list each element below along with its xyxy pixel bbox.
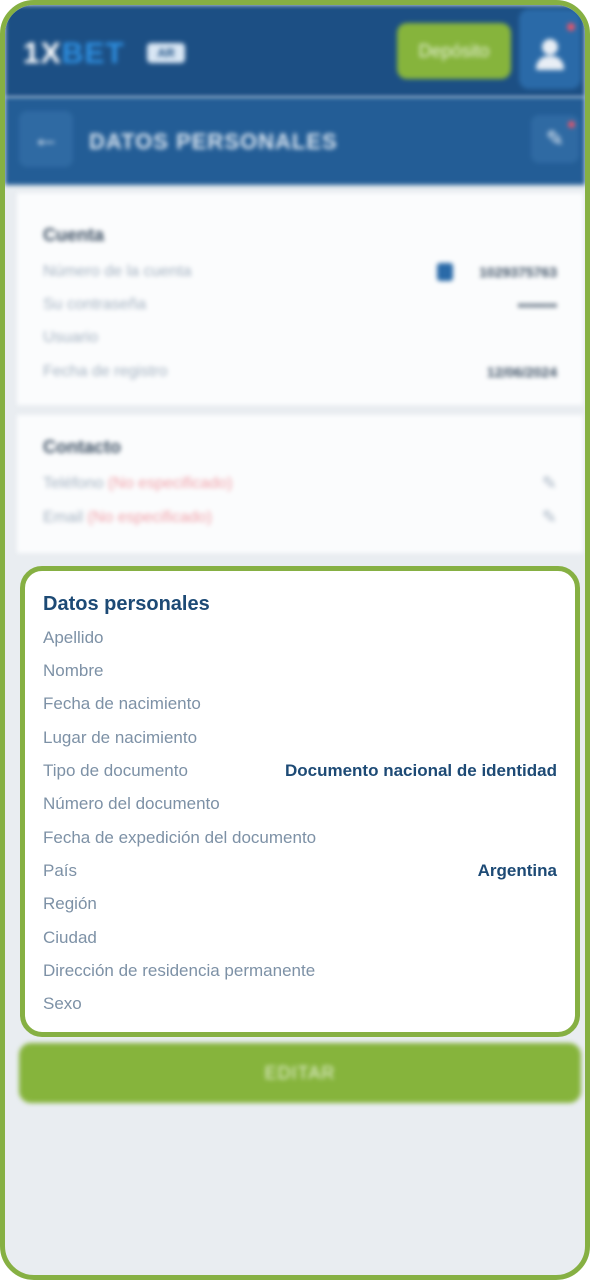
- arrow-left-icon: ←: [32, 122, 60, 153]
- edit-profile-button[interactable]: ✎: [531, 115, 579, 163]
- personal-data-title: Datos personales: [43, 593, 210, 615]
- personal-row[interactable]: País Argentina: [43, 861, 557, 885]
- copy-icon[interactable]: [437, 263, 453, 281]
- notification-dot: [568, 121, 575, 128]
- field-label: Número del documento: [43, 794, 220, 813]
- field-label: Sexo: [43, 994, 82, 1013]
- email-label: Email: [43, 509, 84, 526]
- region-badge: AR: [147, 43, 185, 63]
- brand-logo[interactable]: 1XBET: [23, 37, 125, 71]
- personal-row[interactable]: Fecha de expedición del documento: [43, 828, 557, 852]
- personal-data-card: Datos personales Apellido Nombre Fecha d…: [20, 566, 580, 1037]
- personal-row[interactable]: Nombre: [43, 661, 557, 685]
- phone-frame: 1XBET AR Depósito ← DATOS PERSONALES ✎ C…: [0, 0, 590, 1280]
- logo-text-2: BET: [61, 37, 125, 70]
- logo-text-1: 1X: [23, 37, 62, 70]
- user-icon-body: [536, 56, 564, 70]
- field-label: Fecha de expedición del documento: [43, 828, 317, 847]
- page-title: DATOS PERSONALES: [89, 129, 338, 154]
- field-label: Apellido: [43, 628, 104, 647]
- field-value: Argentina: [477, 861, 557, 880]
- contact-title: Contacto: [43, 437, 121, 457]
- personal-row[interactable]: Lugar de nacimiento: [43, 728, 557, 752]
- field-value: Documento nacional de identidad: [284, 761, 557, 780]
- email-row: Email (No especificado): [43, 509, 212, 527]
- personal-row[interactable]: Ciudad: [43, 928, 557, 952]
- personal-row[interactable]: Tipo de documento Documento nacional de …: [43, 761, 557, 785]
- phone-row: Teléfono (No especificado): [43, 475, 232, 493]
- field-label: Nombre: [43, 661, 104, 680]
- account-number-value: 1029375763: [479, 264, 557, 280]
- password-label: Su contraseña: [43, 296, 147, 313]
- personal-row[interactable]: Fecha de nacimiento: [43, 694, 557, 718]
- personal-row[interactable]: Apellido: [43, 628, 557, 652]
- password-value: ••••••••: [517, 297, 557, 313]
- pencil-icon[interactable]: ✎: [542, 473, 557, 494]
- registration-date-value: 12/06/2024: [486, 364, 557, 380]
- top-bar: 1XBET AR Depósito: [5, 5, 585, 97]
- page-header: ← DATOS PERSONALES ✎: [5, 97, 585, 185]
- field-label: Dirección de residencia permanente: [43, 961, 316, 980]
- account-title: Cuenta: [43, 225, 105, 245]
- field-label: Fecha de nacimiento: [43, 694, 201, 713]
- contact-card: Contacto Teléfono (No especificado) ✎ Em…: [17, 415, 583, 553]
- account-card: Cuenta Número de la cuenta 1029375763 Su…: [17, 193, 583, 405]
- registration-date-label: Fecha de registro: [43, 363, 168, 380]
- pencil-icon[interactable]: ✎: [542, 507, 557, 528]
- edit-button[interactable]: EDITAR: [19, 1043, 581, 1103]
- deposit-button[interactable]: Depósito: [397, 23, 511, 79]
- pencil-icon: ✎: [545, 126, 565, 151]
- personal-row[interactable]: Región: [43, 894, 557, 918]
- phone-label: Teléfono: [43, 475, 104, 492]
- username-label: Usuario: [43, 329, 99, 346]
- field-label: Ciudad: [43, 928, 97, 947]
- back-button[interactable]: ←: [19, 111, 73, 167]
- personal-row[interactable]: Número del documento: [43, 794, 557, 818]
- user-icon: [542, 39, 558, 55]
- field-label: Lugar de nacimiento: [43, 728, 198, 747]
- personal-row[interactable]: Dirección de residencia permanente: [43, 961, 557, 985]
- account-number-label: Número de la cuenta: [43, 263, 192, 280]
- notification-dot: [567, 23, 575, 31]
- phone-value: (No especificado): [107, 475, 233, 492]
- field-label: País: [43, 861, 78, 880]
- profile-button[interactable]: [519, 9, 581, 89]
- email-value: (No especificado): [87, 509, 212, 526]
- field-label: Región: [43, 894, 97, 913]
- personal-row[interactable]: Sexo: [43, 994, 557, 1018]
- field-label: Tipo de documento: [43, 761, 188, 780]
